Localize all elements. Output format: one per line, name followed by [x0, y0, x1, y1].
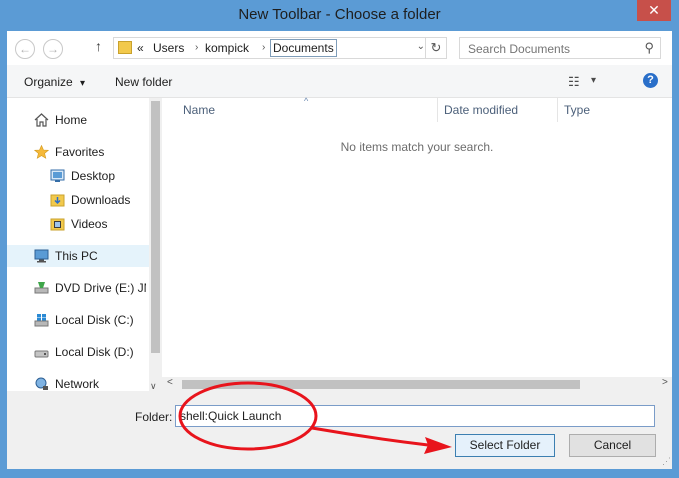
breadcrumb-users[interactable]: Users: [153, 41, 184, 55]
nav-item-label: Videos: [71, 217, 108, 231]
folder-input[interactable]: [175, 405, 655, 427]
navigation-pane: Home Favorites Desktop Downloads Videos …: [7, 98, 162, 398]
search-box[interactable]: ⚲: [459, 37, 661, 60]
dialog-footer: Folder: Select Folder Cancel ⋰: [7, 391, 672, 469]
nav-item-label: DVD Drive (E:) JM: [55, 281, 146, 295]
nav-pane-scrollbar[interactable]: ∨: [149, 98, 162, 398]
nav-item-label: Downloads: [71, 193, 131, 207]
back-button[interactable]: ←: [15, 39, 35, 59]
nav-item-label: Favorites: [55, 145, 105, 159]
address-bar[interactable]: « Users › kompick › Documents ⌄ ↻: [113, 37, 447, 59]
nav-item-label: Desktop: [71, 169, 116, 183]
scroll-right-icon[interactable]: >: [662, 377, 668, 388]
view-options-icon[interactable]: ☷: [568, 74, 584, 89]
resize-grip-icon[interactable]: ⋰: [662, 456, 671, 467]
nav-item-favorites[interactable]: Favorites: [34, 141, 146, 163]
new-folder-button[interactable]: New folder: [115, 75, 172, 89]
breadcrumb-documents[interactable]: Documents: [270, 39, 337, 57]
folder-label: Folder:: [135, 410, 173, 424]
column-header-date-modified[interactable]: Date modified: [444, 98, 518, 122]
navigation-bar: ← → ↑ « Users › kompick › Documents ⌄ ↻ …: [7, 31, 672, 65]
address-dropdown-icon[interactable]: ⌄: [417, 41, 425, 52]
column-divider[interactable]: [557, 98, 558, 122]
column-header-type[interactable]: Type: [564, 98, 590, 122]
empty-message: No items match your search.: [340, 140, 494, 154]
search-input[interactable]: [460, 38, 646, 60]
scrollbar-thumb[interactable]: [151, 101, 160, 353]
column-header-name[interactable]: Name: [183, 98, 215, 122]
downloads-icon: [50, 194, 65, 207]
cancel-button[interactable]: Cancel: [569, 434, 656, 457]
home-icon: [34, 113, 49, 127]
chevron-down-icon: ▾: [80, 78, 86, 89]
command-bar: Organize ▾ New folder ☷ ▾ ?: [7, 65, 672, 98]
select-folder-button[interactable]: Select Folder: [455, 434, 555, 457]
breadcrumb-separator[interactable]: ›: [262, 42, 265, 53]
breadcrumb-kompick[interactable]: kompick: [205, 41, 249, 55]
sort-ascending-icon: ^: [304, 96, 309, 106]
breadcrumb-separator[interactable]: ›: [195, 42, 198, 53]
disk-icon: [34, 350, 49, 358]
star-icon: [34, 145, 49, 159]
folder-icon: [118, 41, 132, 54]
dialog-client: ← → ↑ « Users › kompick › Documents ⌄ ↻ …: [7, 31, 672, 469]
scrollbar-thumb[interactable]: [182, 380, 580, 389]
column-divider[interactable]: [437, 98, 438, 122]
nav-item-label: Local Disk (D:): [55, 345, 134, 359]
disk-icon: [34, 314, 49, 327]
organize-button[interactable]: Organize ▾: [24, 75, 85, 89]
nav-item-local-disk-c[interactable]: Local Disk (C:): [34, 309, 146, 331]
desktop-icon: [50, 169, 65, 182]
scroll-left-icon[interactable]: <: [167, 377, 173, 388]
dvd-drive-icon: [34, 282, 49, 294]
nav-item-home[interactable]: Home: [34, 109, 146, 131]
nav-item-label: Home: [55, 113, 88, 127]
computer-icon: [34, 249, 49, 263]
nav-item-desktop[interactable]: Desktop: [50, 165, 146, 187]
close-button[interactable]: ✕: [637, 0, 671, 21]
nav-item-label: This PC: [55, 249, 98, 263]
dialog-window: New Toolbar - Choose a folder ✕ ← → ↑ « …: [0, 0, 679, 478]
window-title: New Toolbar - Choose a folder: [238, 6, 441, 23]
forward-button[interactable]: →: [43, 39, 63, 59]
nav-item-downloads[interactable]: Downloads: [50, 189, 146, 211]
up-button[interactable]: ↑: [95, 38, 102, 54]
videos-icon: [50, 218, 65, 231]
title-bar[interactable]: New Toolbar - Choose a folder ✕: [0, 0, 679, 30]
breadcrumb-overflow[interactable]: «: [137, 41, 144, 55]
nav-item-this-pc[interactable]: This PC: [7, 245, 149, 267]
search-icon[interactable]: ⚲: [644, 40, 654, 56]
help-icon[interactable]: ?: [643, 73, 658, 88]
refresh-button[interactable]: ↻: [425, 38, 446, 58]
organize-label: Organize: [24, 75, 73, 89]
chevron-down-icon[interactable]: ▾: [591, 75, 596, 86]
file-list[interactable]: ^ Name Date modified Type No items match…: [162, 96, 672, 398]
nav-item-dvd-drive[interactable]: DVD Drive (E:) JM: [34, 277, 146, 299]
nav-item-videos[interactable]: Videos: [50, 213, 146, 235]
file-list-scrollbar[interactable]: < >: [162, 377, 672, 391]
nav-item-local-disk-d[interactable]: Local Disk (D:): [34, 341, 146, 363]
network-icon: [35, 377, 48, 390]
nav-item-label: Local Disk (C:): [55, 313, 134, 327]
